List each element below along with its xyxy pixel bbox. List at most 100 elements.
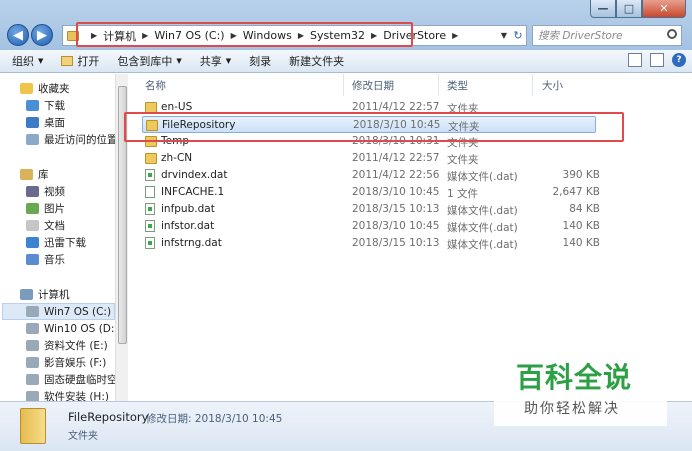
- dat-file-icon: [145, 237, 155, 249]
- breadcrumb: ▶ 计算机 ▶ Win7 OS (C:) ▶ Windows ▶ System3…: [85, 28, 464, 44]
- open-label: 打开: [77, 55, 100, 68]
- sidebar-item-libraries[interactable]: 库: [20, 166, 49, 183]
- crumb-separator[interactable]: ▶: [371, 31, 377, 40]
- desktop-icon: [26, 117, 39, 128]
- file-row[interactable]: drvindex.dat 2011/4/12 22:56 媒体文件(.dat) …: [130, 167, 600, 184]
- file-type: 媒体文件(.dat): [447, 205, 518, 217]
- column-header-type[interactable]: 类型: [447, 78, 468, 93]
- column-divider[interactable]: [532, 74, 533, 96]
- file-row[interactable]: INFCACHE.1 2018/3/10 10:45 1 文件 2,647 KB: [130, 184, 600, 201]
- star-icon: [20, 83, 33, 94]
- file-row[interactable]: zh-CN 2011/4/12 22:57 文件夹: [130, 150, 600, 167]
- sidebar-item-recent[interactable]: 最近访问的位置: [26, 131, 118, 148]
- crumb-windows[interactable]: Windows: [243, 29, 292, 42]
- maximize-button[interactable]: □: [616, 0, 642, 18]
- share-button[interactable]: 共享 ▼: [200, 53, 231, 69]
- column-divider[interactable]: [438, 74, 439, 96]
- burn-button[interactable]: 刻录: [249, 53, 271, 69]
- folder-icon: [67, 30, 79, 41]
- drive-icon: [26, 340, 39, 351]
- include-in-library-button[interactable]: 包含到库中 ▼: [117, 53, 181, 69]
- sidebar-item-label: 视频: [44, 186, 65, 198]
- chevron-down-icon: ▼: [176, 57, 182, 65]
- sidebar-item-favorites[interactable]: 收藏夹: [20, 80, 70, 97]
- view-options-icon[interactable]: [628, 53, 642, 67]
- file-date: 2011/4/12 22:57: [352, 101, 440, 113]
- file-name: FileRepository: [162, 119, 236, 131]
- crumb-drive-c[interactable]: Win7 OS (C:): [154, 29, 224, 42]
- sidebar-item-documents[interactable]: 文档: [26, 217, 65, 234]
- crumb-computer[interactable]: 计算机: [103, 28, 136, 44]
- download-folder-icon: [26, 100, 39, 111]
- sidebar-item-drive-e[interactable]: 资料文件 (E:): [26, 337, 108, 354]
- open-button[interactable]: 打开: [61, 53, 99, 69]
- file-date: 2018/3/10 10:45: [352, 186, 440, 198]
- sidebar-item-drive-f[interactable]: 影音娱乐 (F:): [26, 354, 106, 371]
- crumb-separator[interactable]: ▶: [452, 31, 458, 40]
- crumb-separator[interactable]: ▶: [231, 31, 237, 40]
- help-icon[interactable]: ?: [672, 53, 686, 67]
- file-name: en-US: [161, 101, 193, 113]
- sidebar-item-videos[interactable]: 视频: [26, 183, 65, 200]
- sidebar-item-label: 迅雷下载: [44, 237, 86, 249]
- sidebar-item-drive-c[interactable]: Win7 OS (C:): [2, 303, 115, 320]
- sidebar-item-computer[interactable]: 计算机: [20, 286, 70, 303]
- sidebar-scrollbar[interactable]: [115, 74, 128, 401]
- watermark-subtitle: 助你轻松解决: [524, 401, 620, 417]
- back-button[interactable]: ◀: [7, 24, 29, 46]
- drive-icon: [26, 306, 39, 317]
- file-name: INFCACHE.1: [161, 186, 225, 198]
- sidebar-item-drive-h[interactable]: 软件安装 (H:): [26, 388, 109, 401]
- column-divider[interactable]: [343, 74, 344, 96]
- column-header-size[interactable]: 大小: [542, 78, 563, 93]
- search-icon[interactable]: [667, 29, 677, 39]
- search-placeholder: 搜索 DriverStore: [538, 30, 623, 42]
- crumb-separator[interactable]: ▶: [91, 31, 97, 40]
- address-dropdown-icon[interactable]: ▼: [501, 31, 507, 40]
- sidebar-item-xunlei[interactable]: 迅雷下载: [26, 234, 86, 251]
- xunlei-icon: [26, 237, 39, 248]
- file-row[interactable]: Temp 2018/3/10 10:31 文件夹: [130, 133, 600, 150]
- file-row[interactable]: infpub.dat 2018/3/15 10:13 媒体文件(.dat) 84…: [130, 201, 600, 218]
- sidebar-item-label: 下载: [44, 100, 65, 112]
- sidebar-item-music[interactable]: 音乐: [26, 251, 65, 268]
- new-folder-button[interactable]: 新建文件夹: [289, 53, 344, 69]
- crumb-driverstore[interactable]: DriverStore: [383, 29, 446, 42]
- sidebar-item-pictures[interactable]: 图片: [26, 200, 65, 217]
- file-size: 140 KB: [562, 220, 600, 232]
- sidebar-item-drive-g[interactable]: 固态硬盘临时空间: [26, 371, 127, 388]
- address-bar[interactable]: ▶ 计算机 ▶ Win7 OS (C:) ▶ Windows ▶ System3…: [62, 25, 512, 46]
- crumb-separator[interactable]: ▶: [298, 31, 304, 40]
- sidebar-item-desktop[interactable]: 桌面: [26, 114, 65, 131]
- dat-file-icon: [145, 169, 155, 181]
- sidebar-item-drive-d[interactable]: Win10 OS (D:): [26, 320, 119, 337]
- file-row[interactable]: infstrng.dat 2018/3/15 10:13 媒体文件(.dat) …: [130, 235, 600, 252]
- organize-label: 组织: [12, 55, 34, 68]
- folder-icon: [146, 120, 158, 131]
- video-icon: [26, 186, 39, 197]
- preview-pane-icon[interactable]: [650, 53, 664, 67]
- forward-button[interactable]: ▶: [31, 24, 53, 46]
- chevron-down-icon: ▼: [225, 57, 232, 65]
- close-button[interactable]: ✕: [642, 0, 686, 18]
- refresh-button[interactable]: ↻: [510, 25, 527, 46]
- scrollbar-thumb[interactable]: [118, 86, 127, 344]
- crumb-separator[interactable]: ▶: [142, 31, 148, 40]
- sidebar-item-downloads[interactable]: 下载: [26, 97, 65, 114]
- crumb-system32[interactable]: System32: [310, 29, 365, 42]
- file-name: zh-CN: [161, 152, 193, 164]
- sidebar-item-label: 文档: [44, 220, 65, 232]
- column-header-date[interactable]: 修改日期: [352, 78, 394, 93]
- file-row-selected[interactable]: FileRepository 2018/3/10 10:45 文件夹: [142, 116, 596, 133]
- sidebar-item-label: 软件安装 (H:): [44, 391, 109, 401]
- organize-button[interactable]: 组织 ▼: [12, 53, 43, 69]
- file-row[interactable]: en-US 2011/4/12 22:57 文件夹: [130, 99, 600, 116]
- file-row[interactable]: infstor.dat 2018/3/10 10:45 媒体文件(.dat) 1…: [130, 218, 600, 235]
- file-size: 84 KB: [569, 203, 600, 215]
- window-controls: — □ ✕: [590, 0, 686, 18]
- file-date: 2018/3/15 10:13: [352, 237, 440, 249]
- column-header-name[interactable]: 名称: [145, 78, 166, 93]
- search-input[interactable]: 搜索 DriverStore: [532, 25, 682, 46]
- file-name: infstrng.dat: [161, 237, 222, 249]
- minimize-button[interactable]: —: [590, 0, 616, 18]
